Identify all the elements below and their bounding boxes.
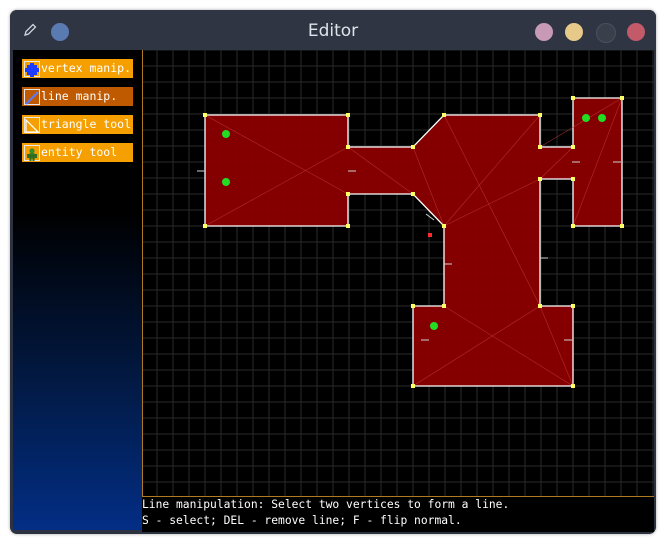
vertex-marker[interactable] [346,113,350,117]
line-icon [24,89,40,105]
entity-icon [24,145,40,161]
vertex-marker[interactable] [346,145,350,149]
vertex-icon [24,61,40,77]
window-title: Editor [307,21,359,41]
vertex-marker[interactable] [571,224,575,228]
status-bar: Line manipulation: Select two vertices t… [142,496,654,532]
vertex-marker[interactable] [620,224,624,228]
entity-marker[interactable] [430,322,438,330]
title-bar: Editor [10,10,656,50]
entity-marker[interactable] [598,114,606,122]
vertex-marker[interactable] [571,96,575,100]
vertex-marker[interactable] [411,192,415,196]
status-line-2: S - select; DEL - remove line; F - flip … [142,514,462,527]
close-button[interactable] [627,23,645,41]
tool-sidebar: vertex manip. line manip. triangle tool … [13,50,142,530]
vertex-marker[interactable] [538,304,542,308]
editor-canvas[interactable] [142,50,654,496]
vertex-marker[interactable] [571,145,575,149]
vertex-marker[interactable] [411,384,415,388]
cursor-marker [428,233,432,237]
vertex-marker[interactable] [203,224,207,228]
vertex-marker[interactable] [442,304,446,308]
triangle-icon [24,117,40,133]
tool-label: vertex manip. [41,61,132,75]
tool-label: entity tool [41,145,118,159]
entity-marker[interactable] [582,114,590,122]
vertex-marker[interactable] [538,113,542,117]
minimize-button[interactable] [565,23,583,41]
level-map[interactable] [142,50,654,496]
vertex-marker[interactable] [571,177,575,181]
vertex-marker[interactable] [346,224,350,228]
vertex-marker[interactable] [538,177,542,181]
vertex-marker[interactable] [620,96,624,100]
maximize-button[interactable] [596,23,616,43]
vertex-marker[interactable] [411,304,415,308]
entity-marker[interactable] [222,178,230,186]
tool-line-manip[interactable]: line manip. [22,87,133,106]
vertex-marker[interactable] [571,304,575,308]
vertex-marker[interactable] [442,224,446,228]
tool-label: triangle tool [41,117,132,131]
status-line-1: Line manipulation: Select two vertices t… [142,498,510,511]
tool-label: line manip. [41,89,118,103]
vertex-marker[interactable] [411,145,415,149]
vertex-marker[interactable] [571,384,575,388]
entity-marker[interactable] [222,130,230,138]
tool-triangle[interactable]: triangle tool [22,115,133,134]
vertex-marker[interactable] [346,192,350,196]
tool-entity[interactable]: entity tool [22,143,133,162]
editor-window: Editor vertex manip. line manip. triangl… [10,10,656,534]
vertex-marker[interactable] [442,113,446,117]
tool-vertex-manip[interactable]: vertex manip. [22,59,133,78]
vertex-marker[interactable] [538,145,542,149]
vertex-marker[interactable] [203,113,207,117]
menu-button[interactable] [535,23,553,41]
